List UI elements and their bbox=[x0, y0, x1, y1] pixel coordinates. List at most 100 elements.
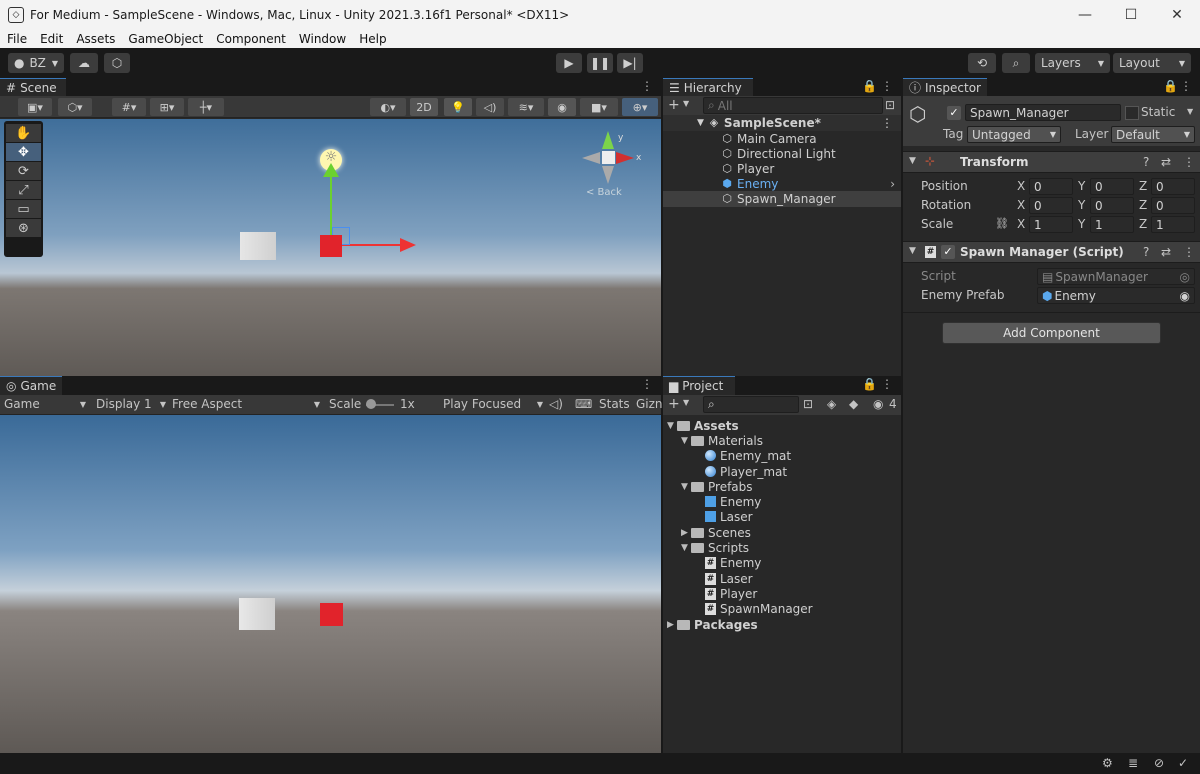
stats-button[interactable]: Stats bbox=[599, 397, 630, 411]
chevron-down-icon[interactable]: ▼ bbox=[909, 246, 916, 256]
shading-dropdown[interactable]: ⬡▾ bbox=[58, 98, 92, 116]
gizmos-dropdown[interactable]: ⊕▾ bbox=[622, 98, 658, 116]
draw-mode-dropdown[interactable]: ▣▾ bbox=[18, 98, 52, 116]
grid-snap-dropdown[interactable]: #▾ bbox=[112, 98, 146, 116]
script-component-header[interactable]: ▼ # ✓ Spawn Manager (Script) ? ⇄ ⋮ bbox=[903, 241, 1200, 263]
gizmo-center-cube[interactable] bbox=[602, 151, 615, 164]
history-button[interactable]: ⟲ bbox=[968, 53, 996, 73]
rotation-x-input[interactable]: 0 bbox=[1029, 197, 1073, 214]
static-checkbox[interactable] bbox=[1125, 106, 1139, 120]
tab-game[interactable]: ◎ Game bbox=[0, 376, 62, 395]
rotation-y-input[interactable]: 0 bbox=[1090, 197, 1134, 214]
game-viewport[interactable] bbox=[0, 415, 661, 753]
tab-inspector[interactable]: ⓘ Inspector bbox=[903, 78, 987, 96]
component-enabled-checkbox[interactable]: ✓ bbox=[941, 245, 955, 259]
play-mode-dropdown[interactable]: Play Focused ▼ bbox=[443, 397, 543, 411]
menu-gameobject[interactable]: GameObject bbox=[121, 32, 209, 46]
collab-button[interactable]: ⬡ bbox=[104, 53, 130, 73]
help-icon[interactable]: ? bbox=[1143, 245, 1149, 259]
menu-assets[interactable]: Assets bbox=[69, 32, 121, 46]
ruler-dropdown[interactable]: ┼▾ bbox=[188, 98, 224, 116]
move-handle-x[interactable] bbox=[342, 244, 402, 246]
hierarchy-search-input[interactable]: ⌕ All bbox=[703, 97, 883, 114]
asset-spawnmanager-script[interactable]: # SpawnManager bbox=[705, 601, 813, 616]
filter-icon[interactable]: ⊡ bbox=[885, 98, 895, 112]
audio-toggle-button[interactable]: ◁) bbox=[476, 98, 504, 116]
move-tool-icon[interactable]: ✥ bbox=[6, 143, 41, 161]
lock-icon[interactable]: 🔒 bbox=[862, 79, 877, 93]
lock-icon[interactable]: 🔒 bbox=[1163, 79, 1178, 93]
render-mode-dropdown[interactable]: ◐▾ bbox=[370, 98, 406, 116]
asset-player-mat[interactable]: Player_mat bbox=[705, 464, 787, 479]
chevron-right-icon[interactable]: ▶ bbox=[681, 528, 691, 538]
folder-packages[interactable]: ▶ Packages bbox=[667, 617, 758, 632]
position-z-input[interactable]: 0 bbox=[1151, 178, 1195, 195]
scene-viewport[interactable]: ✋ ✥ ⟳ ⤢ ▭ ⊛ y x < Back ☼ bbox=[0, 119, 661, 376]
asset-enemy-script[interactable]: # Enemy bbox=[705, 555, 761, 570]
folder-scenes[interactable]: ▶ Scenes bbox=[681, 525, 751, 540]
asset-player-script[interactable]: # Player bbox=[705, 586, 757, 601]
presets-icon[interactable]: ⇄ bbox=[1161, 155, 1171, 169]
debug-icon[interactable]: ⚙ bbox=[1102, 756, 1113, 770]
chevron-down-icon[interactable]: ▼ bbox=[697, 118, 704, 128]
eye-slash-icon[interactable]: ◉ bbox=[873, 397, 883, 411]
chevron-down-icon[interactable]: ▼ bbox=[681, 543, 691, 553]
object-picker-icon[interactable]: ◉ bbox=[1180, 289, 1190, 303]
mute-audio-icon[interactable]: ◁) bbox=[549, 397, 563, 411]
scene-orientation-gizmo[interactable]: y x < Back bbox=[580, 131, 641, 201]
close-button[interactable]: ✕ bbox=[1154, 0, 1200, 30]
search-button[interactable]: ⌕ bbox=[1002, 53, 1030, 73]
add-icon[interactable]: + bbox=[668, 97, 680, 113]
position-y-input[interactable]: 0 bbox=[1090, 178, 1134, 195]
help-icon[interactable]: ? bbox=[1143, 155, 1149, 169]
tag-dropdown[interactable]: Untagged ▼ bbox=[967, 126, 1061, 143]
chevron-down-icon[interactable]: ▼ bbox=[909, 156, 916, 166]
tab-project[interactable]: ▆ Project bbox=[663, 376, 735, 395]
tab-scene[interactable]: # Scene bbox=[0, 78, 66, 96]
hierarchy-item-main-camera[interactable]: ⬡ Main Camera bbox=[663, 131, 901, 147]
toggle-2d-button[interactable]: 2D bbox=[410, 98, 438, 116]
layers-dropdown[interactable]: Layers ▼ bbox=[1035, 53, 1110, 73]
add-component-button[interactable]: Add Component bbox=[942, 322, 1161, 344]
hierarchy-item-player[interactable]: ⬡ Player bbox=[663, 161, 901, 177]
folder-prefabs[interactable]: ▼ Prefabs bbox=[681, 479, 753, 494]
chevron-down-icon[interactable]: ▼ bbox=[681, 482, 691, 492]
add-icon[interactable]: + bbox=[668, 396, 680, 412]
menu-edit[interactable]: Edit bbox=[33, 32, 69, 46]
more-options-icon[interactable]: ⋮ bbox=[881, 79, 893, 93]
cloud-button[interactable]: ☁ bbox=[70, 53, 98, 73]
chevron-down-icon[interactable]: ▼ bbox=[667, 421, 677, 431]
chevron-down-icon[interactable]: ▼ bbox=[681, 436, 691, 446]
more-options-icon[interactable]: ⋮ bbox=[1183, 245, 1195, 259]
enemy-prefab-field[interactable]: ⬢ Enemy ◉ bbox=[1037, 287, 1195, 304]
presets-icon[interactable]: ⇄ bbox=[1161, 245, 1171, 259]
chevron-down-icon[interactable]: ▼ bbox=[683, 99, 689, 108]
menu-component[interactable]: Component bbox=[209, 32, 292, 46]
player-object[interactable] bbox=[240, 232, 276, 260]
hand-tool-icon[interactable]: ✋ bbox=[6, 124, 41, 142]
gizmo-neg-y-cone[interactable] bbox=[602, 166, 614, 184]
move-x-arrow-icon[interactable] bbox=[400, 238, 416, 252]
pause-button[interactable]: ❚❚ bbox=[587, 53, 613, 73]
game-mode-dropdown[interactable]: Game ▼ bbox=[4, 397, 86, 411]
layout-dropdown[interactable]: Layout ▼ bbox=[1113, 53, 1191, 73]
scale-slider-thumb[interactable] bbox=[366, 399, 376, 409]
project-search-input[interactable]: ⌕ bbox=[703, 396, 799, 413]
gizmo-x-cone[interactable] bbox=[616, 152, 634, 164]
more-options-icon[interactable]: ⋮ bbox=[641, 79, 653, 93]
step-button[interactable]: ▶| bbox=[617, 53, 643, 73]
asset-laser-prefab[interactable]: Laser bbox=[705, 509, 753, 524]
position-x-input[interactable]: 0 bbox=[1029, 178, 1073, 195]
aspect-dropdown[interactable]: Free Aspect ▼ bbox=[172, 397, 320, 411]
lock-icon[interactable]: 🔒 bbox=[862, 377, 877, 391]
rect-tool-icon[interactable]: ▭ bbox=[6, 200, 41, 218]
link-icon[interactable]: ⛓ bbox=[995, 217, 1009, 230]
scale-y-input[interactable]: 1 bbox=[1090, 216, 1134, 233]
gizmo-neg-x-cone[interactable] bbox=[582, 152, 600, 164]
hierarchy-item-enemy[interactable]: ⬢ Enemy › bbox=[663, 176, 901, 192]
snap-increment-dropdown[interactable]: ⊞▾ bbox=[150, 98, 184, 116]
keyboard-icon[interactable]: ⌨ bbox=[575, 397, 592, 411]
chevron-down-icon[interactable]: ▼ bbox=[1187, 107, 1193, 116]
enemy-object[interactable] bbox=[320, 235, 342, 257]
hierarchy-item-directional-light[interactable]: ⬡ Directional Light bbox=[663, 146, 901, 162]
